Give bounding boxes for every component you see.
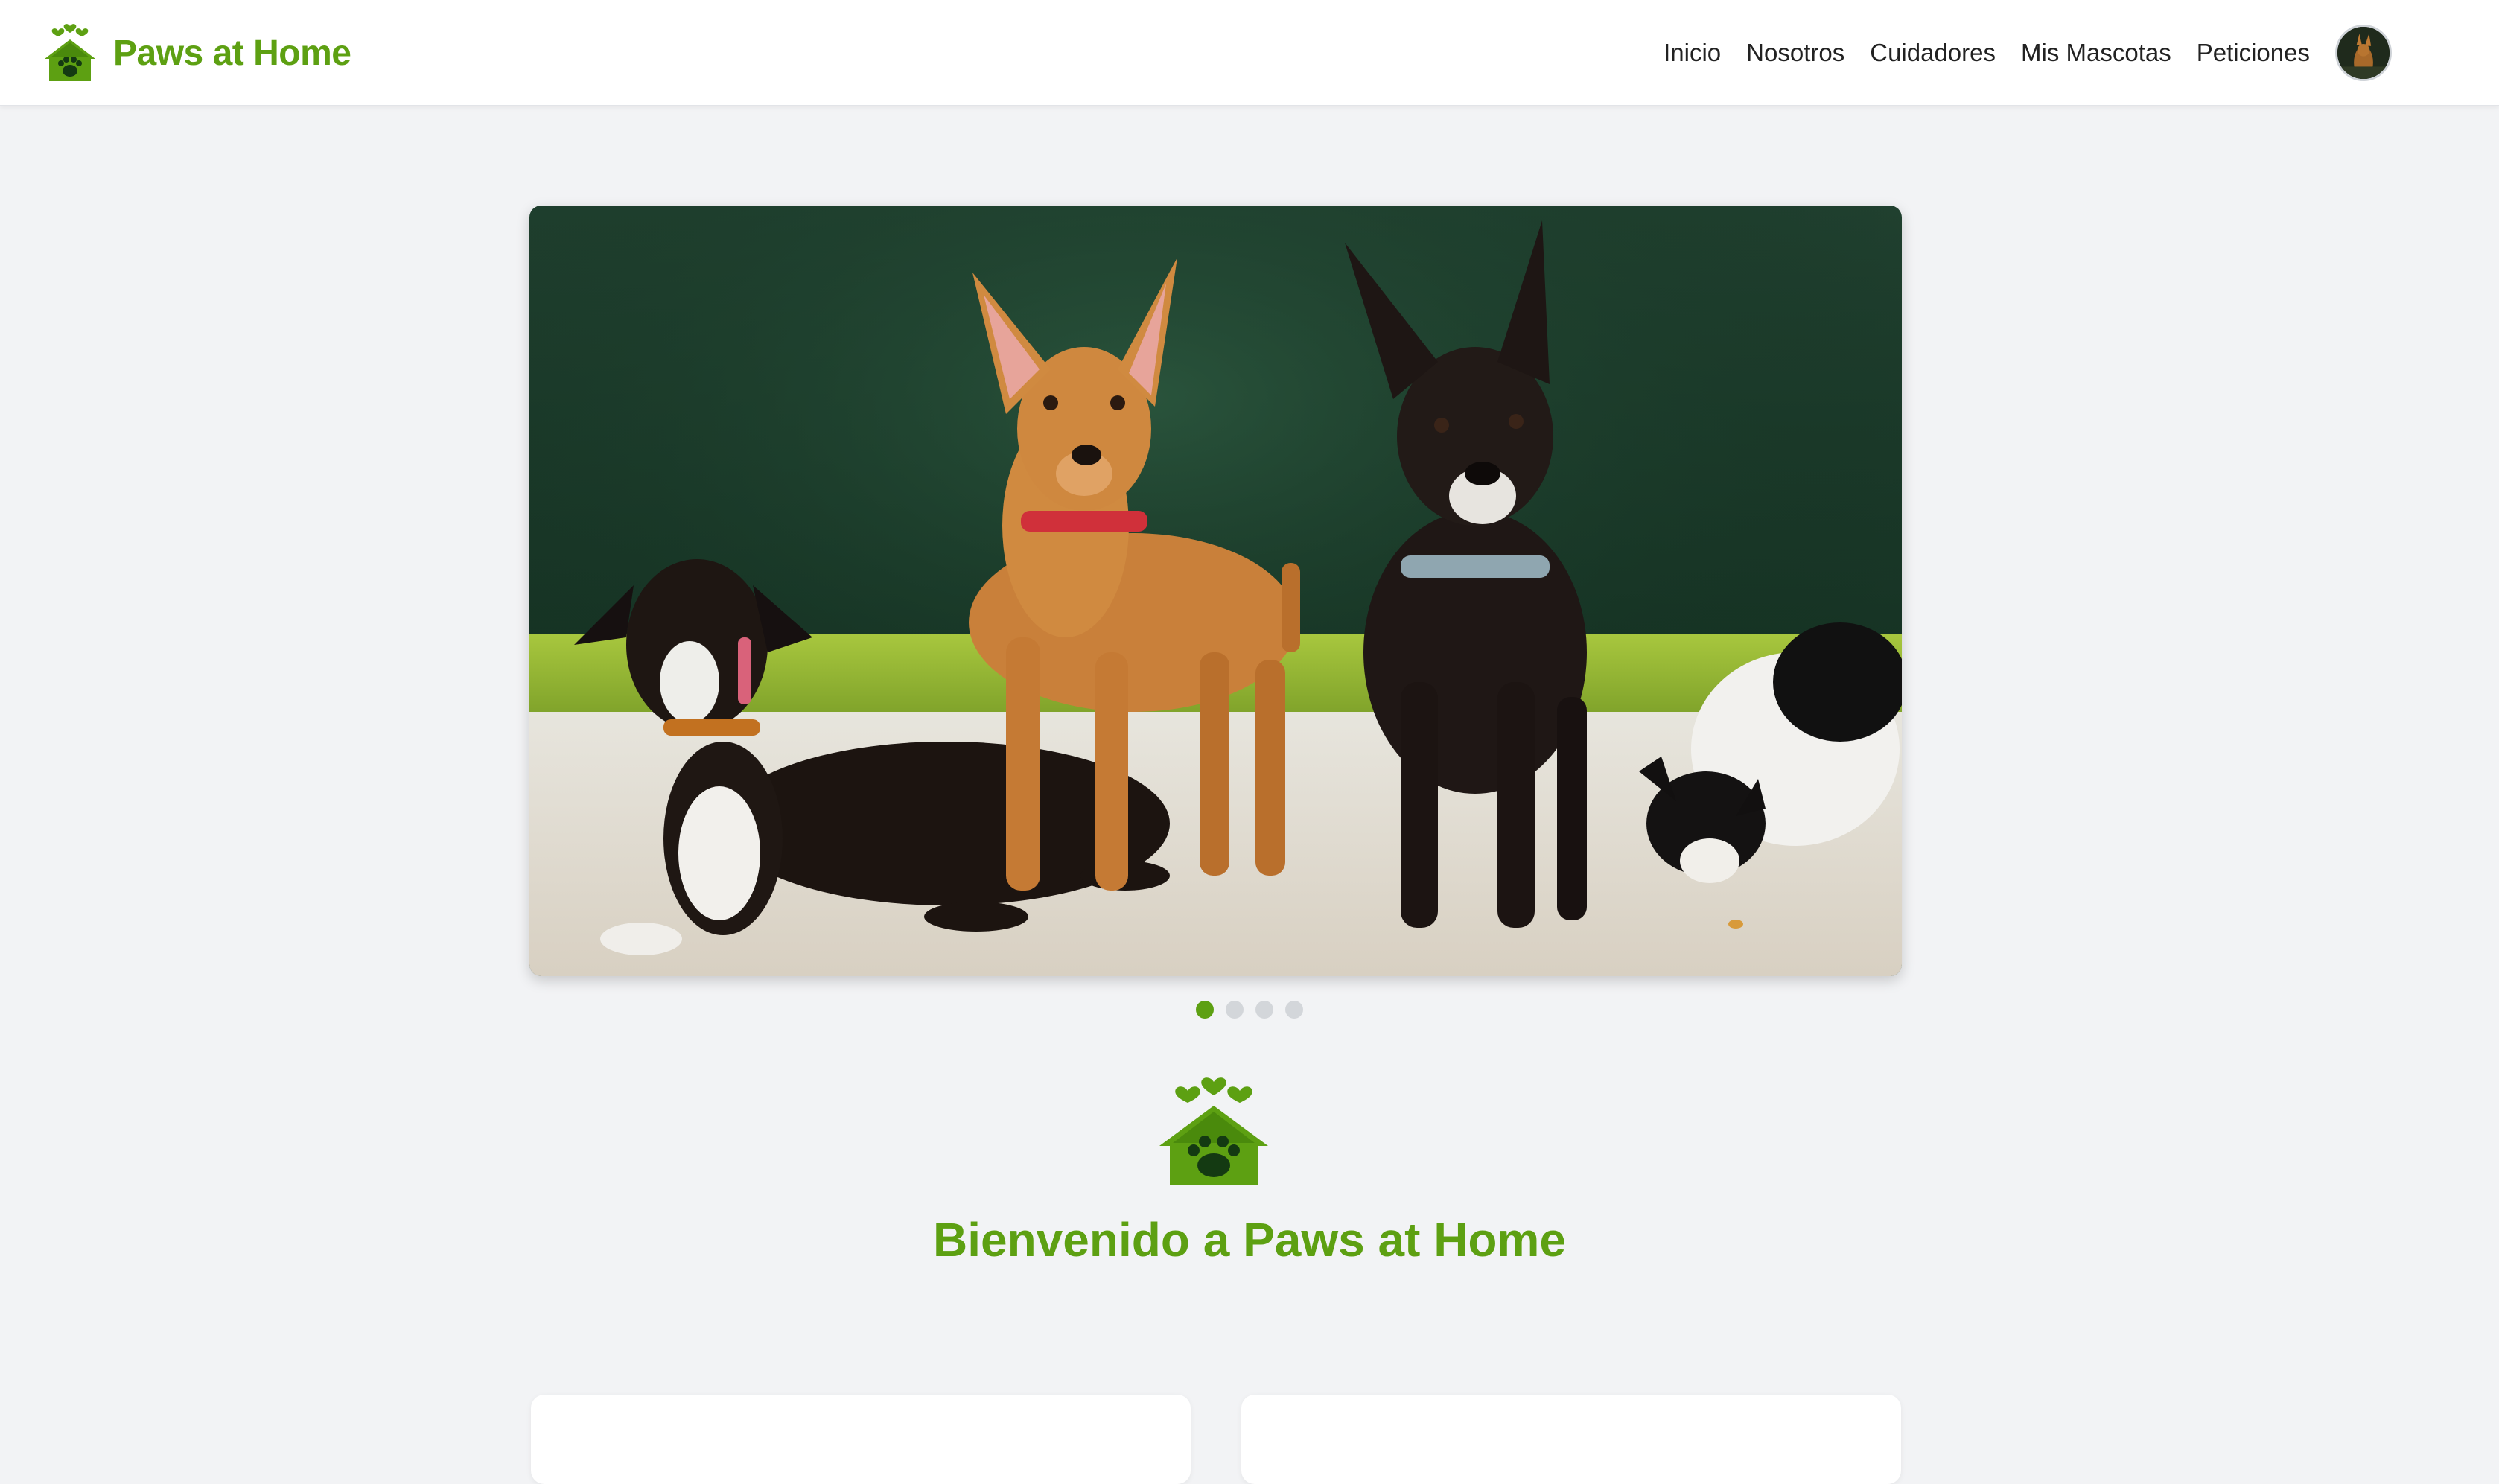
nav-link-peticiones[interactable]: Peticiones — [2197, 39, 2310, 67]
three-dogs-and-cat-photo — [529, 206, 1902, 976]
carousel-dot-3[interactable] — [1255, 1001, 1273, 1019]
hero-carousel[interactable] — [529, 206, 1902, 976]
welcome-title: Bienvenido a Paws at Home — [932, 1213, 1567, 1267]
carousel-dot-2[interactable] — [1226, 1001, 1244, 1019]
nav-link-cuidadores[interactable]: Cuidadores — [1870, 39, 1996, 67]
brand-home-link[interactable]: Paws at Home — [42, 22, 351, 83]
paw-house-icon — [1159, 1077, 1268, 1185]
main-nav: Inicio Nosotros Cuidadores Mis Mascotas … — [1664, 0, 2499, 105]
info-card-right — [1241, 1395, 1901, 1484]
user-avatar[interactable] — [2335, 24, 2392, 81]
brand-name: Paws at Home — [113, 33, 351, 73]
carousel-indicators — [0, 1001, 2499, 1019]
paw-house-icon — [45, 24, 95, 81]
info-card-left — [531, 1395, 1191, 1484]
nav-link-nosotros[interactable]: Nosotros — [1746, 39, 1844, 67]
carousel-dot-1[interactable] — [1196, 1001, 1214, 1019]
nav-link-mis-mascotas[interactable]: Mis Mascotas — [2021, 39, 2171, 67]
carousel-dot-4[interactable] — [1285, 1001, 1303, 1019]
top-navbar: Paws at Home Inicio Nosotros Cuidadores … — [0, 0, 2499, 106]
nav-link-inicio[interactable]: Inicio — [1664, 39, 1721, 67]
